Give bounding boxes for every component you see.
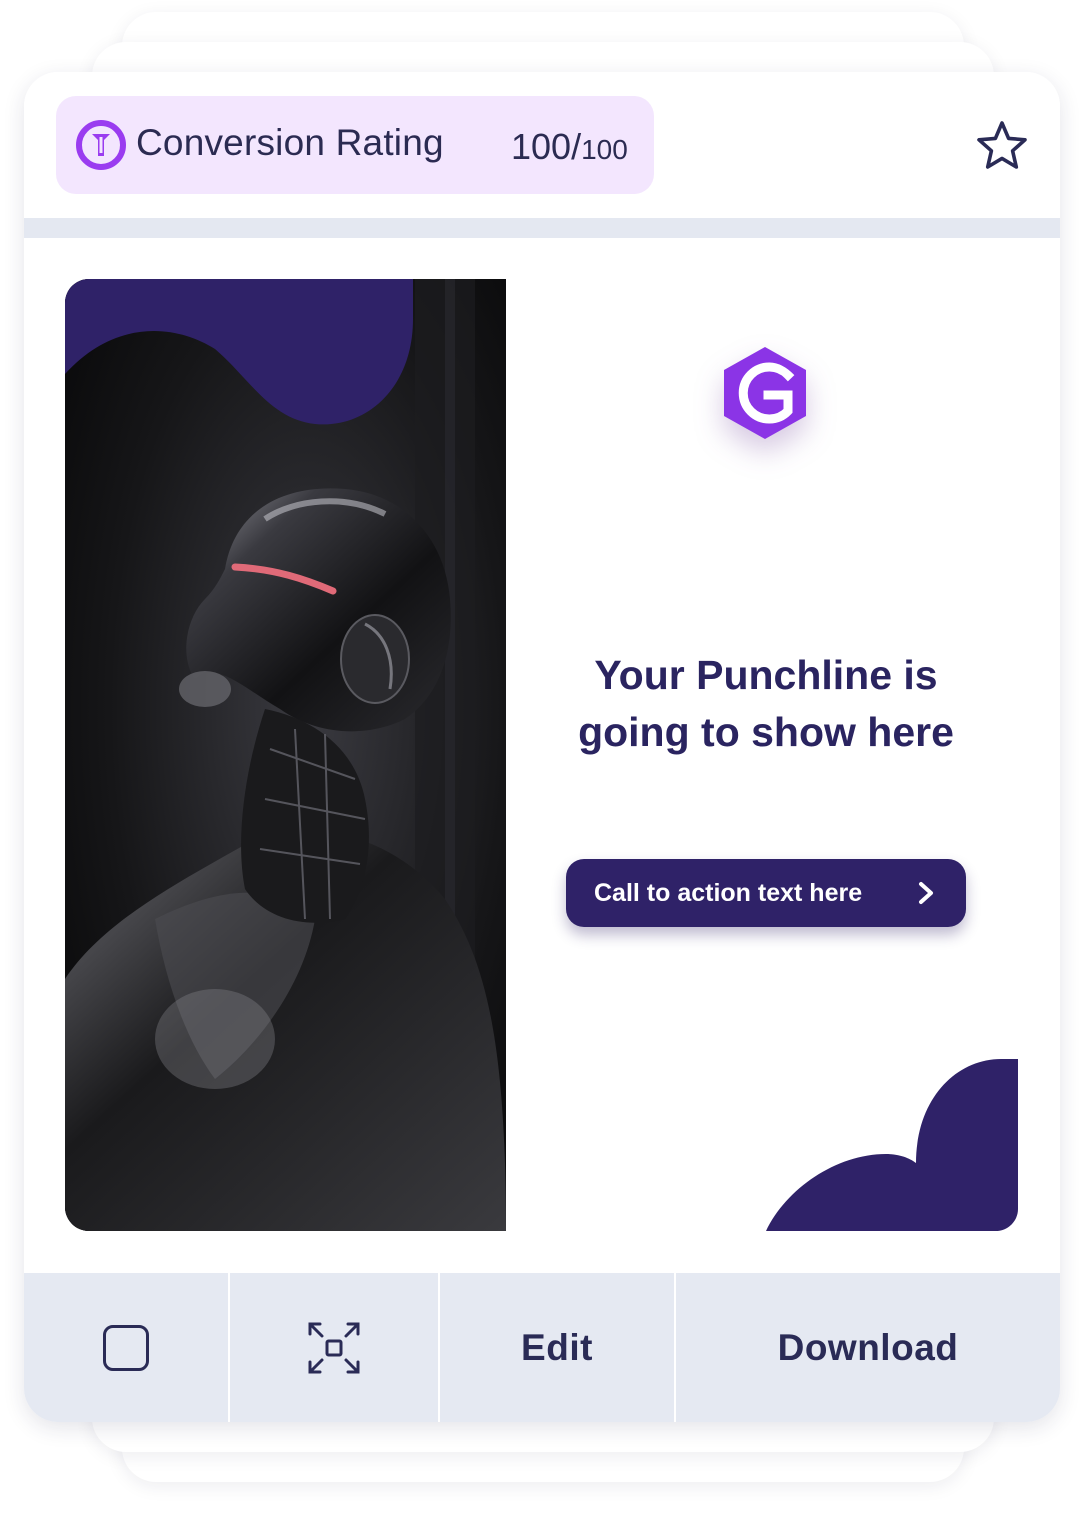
- conversion-rating-label: Conversion Rating: [136, 122, 444, 163]
- header-divider: [24, 218, 1060, 238]
- ad-text-panel: G Your Punchline is going to show here C…: [506, 279, 1018, 1231]
- rating-gauge-icon: [76, 120, 126, 170]
- download-button[interactable]: Download: [676, 1273, 1060, 1422]
- rating-score-value: 100/: [511, 126, 582, 167]
- ad-card: Conversion Rating 100/100 G Your Punchli…: [24, 72, 1060, 1422]
- rating-score-max: 100: [581, 134, 628, 165]
- star-outline-icon[interactable]: [974, 118, 1030, 174]
- download-label: Download: [777, 1326, 959, 1368]
- conversion-rating-badge: Conversion Rating 100/100: [56, 96, 654, 194]
- edit-button[interactable]: Edit: [440, 1273, 676, 1422]
- punchline-line-2: going to show here: [578, 709, 954, 755]
- decorative-blob: [766, 1059, 1018, 1231]
- select-action[interactable]: [24, 1273, 230, 1422]
- ad-preview: G Your Punchline is going to show here C…: [24, 238, 1060, 1273]
- card-header: Conversion Rating 100/100: [24, 72, 1060, 218]
- chevron-right-icon: [919, 882, 933, 904]
- cta-button[interactable]: Call to action text here: [566, 859, 966, 927]
- punchline-line-1: Your Punchline is: [594, 652, 938, 698]
- cta-label: Call to action text here: [594, 878, 863, 907]
- card-actions: Edit Download: [24, 1273, 1060, 1422]
- robot-photo: [65, 279, 506, 1231]
- conversion-rating-score: 100/100: [511, 126, 628, 168]
- expand-icon[interactable]: [306, 1320, 362, 1376]
- checkbox-icon[interactable]: [103, 1324, 149, 1371]
- ad-punchline: Your Punchline is going to show here: [546, 647, 986, 761]
- expand-action[interactable]: [230, 1273, 440, 1422]
- brand-logo-icon: G: [724, 347, 806, 439]
- edit-label: Edit: [521, 1326, 593, 1368]
